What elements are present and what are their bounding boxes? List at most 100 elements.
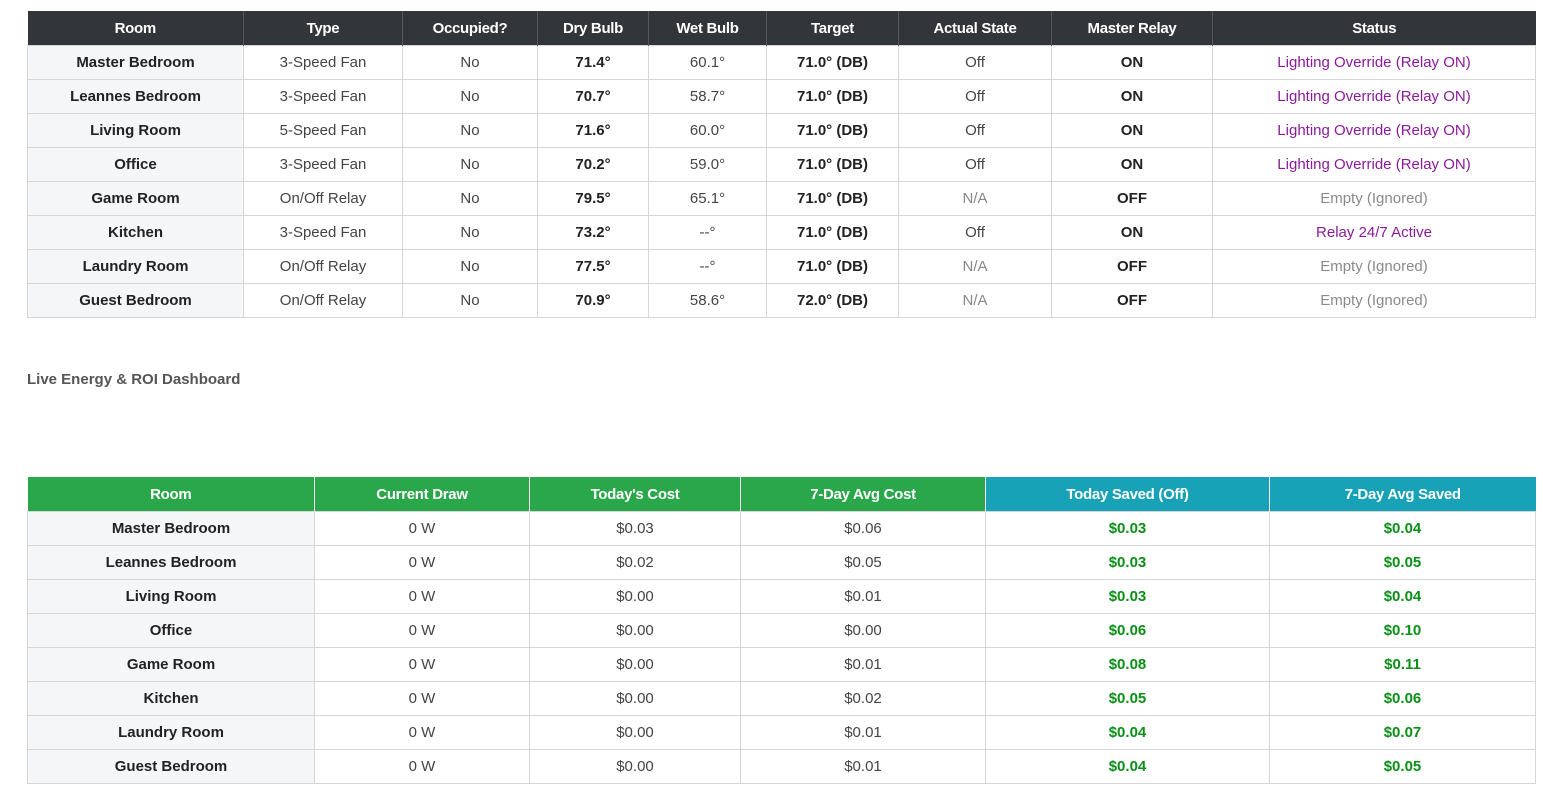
status-cell: Relay 24/7 Active bbox=[1212, 215, 1536, 250]
type-cell: 3-Speed Fan bbox=[243, 79, 403, 114]
room-cell: Master Bedroom bbox=[27, 511, 315, 546]
energy-section-title: Live Energy & ROI Dashboard bbox=[27, 371, 241, 388]
master-relay-cell: OFF bbox=[1051, 249, 1213, 284]
avg-cost-cell: $0.00 bbox=[740, 613, 986, 648]
table-row: Laundry Room On/Off Relay No 77.5° --° 7… bbox=[27, 249, 1536, 284]
room-cell: Kitchen bbox=[27, 215, 244, 250]
dry-bulb-cell: 71.6° bbox=[537, 113, 649, 148]
avg-cost-cell: $0.02 bbox=[740, 681, 986, 716]
target-cell: 71.0° (DB) bbox=[766, 45, 899, 80]
avg-saved-cell: $0.04 bbox=[1269, 579, 1536, 614]
actual-state-cell: Off bbox=[898, 79, 1052, 114]
todays-cost-cell: $0.00 bbox=[529, 613, 741, 648]
today-saved-cell: $0.04 bbox=[985, 749, 1270, 784]
master-relay-cell: ON bbox=[1051, 113, 1213, 148]
occupied-cell: No bbox=[402, 249, 538, 284]
table-row: Kitchen 3-Speed Fan No 73.2° --° 71.0° (… bbox=[27, 215, 1536, 250]
today-saved-cell: $0.06 bbox=[985, 613, 1270, 648]
room-cell: Leannes Bedroom bbox=[27, 545, 315, 580]
current-draw-cell: 0 W bbox=[314, 715, 530, 750]
type-cell: 3-Speed Fan bbox=[243, 45, 403, 80]
today-saved-cell: $0.08 bbox=[985, 647, 1270, 682]
actual-state-cell: Off bbox=[898, 45, 1052, 80]
table-row: Guest Bedroom 0 W $0.00 $0.01 $0.04 $0.0… bbox=[27, 749, 1536, 784]
dry-bulb-cell: 70.2° bbox=[537, 147, 649, 182]
table-row: Game Room On/Off Relay No 79.5° 65.1° 71… bbox=[27, 181, 1536, 216]
energy-table-container: Room Current Draw Today's Cost 7-Day Avg… bbox=[27, 477, 1536, 784]
dry-bulb-cell: 70.9° bbox=[537, 283, 649, 318]
avg-cost-cell: $0.01 bbox=[740, 579, 986, 614]
column-header-7day-avg-cost: 7-Day Avg Cost bbox=[740, 477, 986, 512]
wet-bulb-cell: 60.0° bbox=[648, 113, 767, 148]
table-row: Laundry Room 0 W $0.00 $0.01 $0.04 $0.07 bbox=[27, 715, 1536, 750]
room-cell: Living Room bbox=[27, 579, 315, 614]
target-cell: 72.0° (DB) bbox=[766, 283, 899, 318]
today-saved-cell: $0.03 bbox=[985, 579, 1270, 614]
status-cell: Empty (Ignored) bbox=[1212, 249, 1536, 284]
todays-cost-cell: $0.00 bbox=[529, 681, 741, 716]
avg-cost-cell: $0.05 bbox=[740, 545, 986, 580]
occupied-cell: No bbox=[402, 181, 538, 216]
type-cell: 5-Speed Fan bbox=[243, 113, 403, 148]
room-cell: Guest Bedroom bbox=[27, 283, 244, 318]
status-cell: Lighting Override (Relay ON) bbox=[1212, 45, 1536, 80]
actual-state-cell: Off bbox=[898, 147, 1052, 182]
type-cell: On/Off Relay bbox=[243, 283, 403, 318]
status-cell: Empty (Ignored) bbox=[1212, 181, 1536, 216]
room-cell: Office bbox=[27, 147, 244, 182]
avg-cost-cell: $0.06 bbox=[740, 511, 986, 546]
avg-saved-cell: $0.11 bbox=[1269, 647, 1536, 682]
master-relay-cell: OFF bbox=[1051, 283, 1213, 318]
actual-state-cell: N/A bbox=[898, 283, 1052, 318]
current-draw-cell: 0 W bbox=[314, 545, 530, 580]
current-draw-cell: 0 W bbox=[314, 681, 530, 716]
type-cell: 3-Speed Fan bbox=[243, 215, 403, 250]
column-header-target: Target bbox=[766, 11, 899, 46]
status-cell: Lighting Override (Relay ON) bbox=[1212, 79, 1536, 114]
type-cell: On/Off Relay bbox=[243, 249, 403, 284]
master-relay-cell: ON bbox=[1051, 147, 1213, 182]
actual-state-cell: Off bbox=[898, 215, 1052, 250]
occupied-cell: No bbox=[402, 79, 538, 114]
column-header-todays-cost: Today's Cost bbox=[529, 477, 741, 512]
avg-saved-cell: $0.07 bbox=[1269, 715, 1536, 750]
current-draw-cell: 0 W bbox=[314, 749, 530, 784]
current-draw-cell: 0 W bbox=[314, 613, 530, 648]
room-cell: Laundry Room bbox=[27, 715, 315, 750]
todays-cost-cell: $0.00 bbox=[529, 579, 741, 614]
table-header-row: Room Current Draw Today's Cost 7-Day Avg… bbox=[27, 477, 1536, 512]
status-cell: Lighting Override (Relay ON) bbox=[1212, 113, 1536, 148]
target-cell: 71.0° (DB) bbox=[766, 249, 899, 284]
column-header-room: Room bbox=[27, 477, 315, 512]
table-row: Master Bedroom 3-Speed Fan No 71.4° 60.1… bbox=[27, 45, 1536, 80]
dry-bulb-cell: 79.5° bbox=[537, 181, 649, 216]
occupied-cell: No bbox=[402, 45, 538, 80]
room-cell: Guest Bedroom bbox=[27, 749, 315, 784]
room-cell: Master Bedroom bbox=[27, 45, 244, 80]
table-row: Guest Bedroom On/Off Relay No 70.9° 58.6… bbox=[27, 283, 1536, 318]
status-cell: Empty (Ignored) bbox=[1212, 283, 1536, 318]
room-status-table-container: Room Type Occupied? Dry Bulb Wet Bulb Ta… bbox=[27, 11, 1536, 318]
todays-cost-cell: $0.00 bbox=[529, 715, 741, 750]
occupied-cell: No bbox=[402, 215, 538, 250]
room-cell: Leannes Bedroom bbox=[27, 79, 244, 114]
column-header-room: Room bbox=[27, 11, 244, 46]
occupied-cell: No bbox=[402, 283, 538, 318]
table-row: Leannes Bedroom 3-Speed Fan No 70.7° 58.… bbox=[27, 79, 1536, 114]
room-cell: Laundry Room bbox=[27, 249, 244, 284]
occupied-cell: No bbox=[402, 113, 538, 148]
column-header-dry-bulb: Dry Bulb bbox=[537, 11, 649, 46]
avg-cost-cell: $0.01 bbox=[740, 715, 986, 750]
table-row: Game Room 0 W $0.00 $0.01 $0.08 $0.11 bbox=[27, 647, 1536, 682]
avg-cost-cell: $0.01 bbox=[740, 749, 986, 784]
target-cell: 71.0° (DB) bbox=[766, 79, 899, 114]
master-relay-cell: ON bbox=[1051, 215, 1213, 250]
room-cell: Game Room bbox=[27, 181, 244, 216]
master-relay-cell: OFF bbox=[1051, 181, 1213, 216]
avg-saved-cell: $0.05 bbox=[1269, 545, 1536, 580]
today-saved-cell: $0.04 bbox=[985, 715, 1270, 750]
current-draw-cell: 0 W bbox=[314, 647, 530, 682]
wet-bulb-cell: 60.1° bbox=[648, 45, 767, 80]
room-status-table: Room Type Occupied? Dry Bulb Wet Bulb Ta… bbox=[27, 11, 1536, 318]
table-row: Master Bedroom 0 W $0.03 $0.06 $0.03 $0.… bbox=[27, 511, 1536, 546]
